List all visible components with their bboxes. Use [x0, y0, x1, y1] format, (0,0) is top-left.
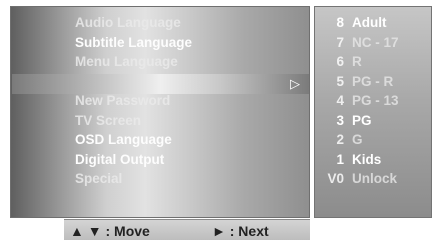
- rating-label: Unlock: [352, 171, 398, 186]
- dvd-setup-screen: Audio Language Subtitle Language Menu La…: [0, 0, 433, 240]
- rating-number: 5: [336, 73, 344, 89]
- rating-number: 1: [336, 151, 344, 167]
- rating-label: R: [352, 54, 362, 69]
- rating-number: 3: [336, 112, 344, 128]
- rating-item-4[interactable]: 4 PG - 13: [314, 91, 399, 111]
- menu-item-tv-screen[interactable]: TV Screen: [75, 111, 192, 131]
- rating-number: V0: [327, 171, 344, 186]
- menu-item-osd-language[interactable]: OSD Language: [75, 130, 192, 150]
- rating-item-8[interactable]: 8 Adult: [314, 13, 399, 33]
- rating-label: PG - R: [352, 73, 394, 89]
- menu-item-digital-output[interactable]: Digital Output: [75, 150, 192, 170]
- rating-item-unlock[interactable]: V0 Unlock: [314, 169, 399, 189]
- rating-number: 4: [336, 93, 344, 108]
- menu-item-menu-language[interactable]: Menu Language: [75, 52, 192, 72]
- next-hint: ► : Next: [212, 223, 269, 239]
- rating-item-5[interactable]: 5 PG - R: [314, 72, 399, 92]
- rating-item-7[interactable]: 7 NC - 17: [314, 33, 399, 53]
- rating-label: Kids: [352, 151, 382, 167]
- menu-item-subtitle-language[interactable]: Subtitle Language: [75, 33, 192, 53]
- rating-number: 8: [336, 15, 344, 30]
- menu-item-selected[interactable]: [75, 72, 192, 92]
- rating-item-2[interactable]: 2 G: [314, 130, 399, 150]
- footer-bar: ▲ ▼ : Move ► : Next: [64, 219, 310, 240]
- selection-arrow-icon: ▷: [290, 76, 300, 91]
- rating-label: Adult: [352, 15, 387, 30]
- rating-list: 8 Adult 7 NC - 17 6 R 5 PG - R 4 PG - 13…: [314, 13, 399, 189]
- rating-number: 2: [336, 132, 344, 147]
- rating-item-1[interactable]: 1 Kids: [314, 150, 399, 170]
- rating-label: PG - 13: [352, 93, 399, 108]
- menu-item-new-password[interactable]: New Password: [75, 91, 192, 111]
- rating-label: PG: [352, 112, 372, 128]
- menu-item-audio-language[interactable]: Audio Language: [75, 13, 192, 33]
- rating-label: NC - 17: [352, 34, 399, 50]
- rating-label: G: [352, 132, 363, 147]
- rating-item-3[interactable]: 3 PG: [314, 111, 399, 131]
- rating-number: 6: [336, 54, 344, 69]
- menu-item-special[interactable]: Special: [75, 169, 192, 189]
- move-hint: ▲ ▼ : Move: [70, 223, 150, 239]
- rating-item-6[interactable]: 6 R: [314, 52, 399, 72]
- rating-number: 7: [336, 34, 344, 50]
- main-menu-list: Audio Language Subtitle Language Menu La…: [75, 13, 192, 189]
